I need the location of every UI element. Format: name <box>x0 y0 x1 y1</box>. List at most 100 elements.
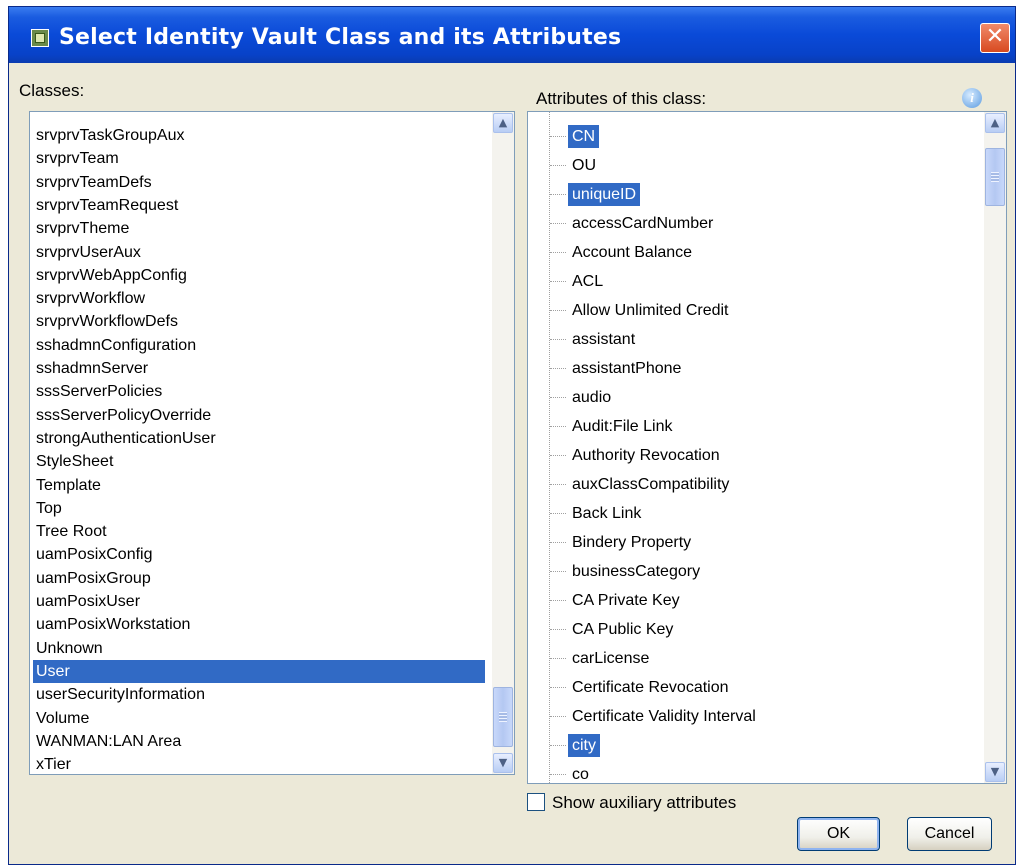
attribute-label: accessCardNumber <box>572 215 714 232</box>
attributes-scroll-up-button[interactable]: ▲ <box>985 113 1005 133</box>
info-icon[interactable]: i <box>962 88 982 108</box>
attribute-tree-item[interactable]: OU <box>528 151 968 180</box>
classes-scroll-thumb[interactable] <box>493 687 513 747</box>
class-list-item[interactable]: StyleSheet <box>33 450 116 473</box>
attribute-tree-item[interactable]: assistant <box>528 325 968 354</box>
attribute-label: uniqueID <box>568 183 641 206</box>
tree-connector <box>550 194 566 195</box>
classes-scroll-down-button[interactable]: ▼ <box>493 753 513 773</box>
show-auxiliary-label[interactable]: Show auxiliary attributes <box>552 793 736 813</box>
class-list-item[interactable]: srvprvTaskGroupAux <box>33 124 188 147</box>
attribute-label: auxClassCompatibility <box>572 476 730 493</box>
class-list-item[interactable]: sssServerPolicies <box>33 380 165 403</box>
class-list-item[interactable]: srvprvTeamDefs <box>33 171 155 194</box>
attribute-tree-item[interactable]: uniqueID <box>528 180 968 209</box>
classes-scroll-up-button[interactable]: ▲ <box>493 113 513 133</box>
class-list-item[interactable]: srvprvWorkflow <box>33 287 148 310</box>
attributes-scroll-thumb[interactable] <box>985 148 1005 206</box>
attribute-label: co <box>572 766 589 783</box>
class-list-item[interactable]: xTier <box>33 753 74 774</box>
class-list-item[interactable]: sshadmnServer <box>33 357 151 380</box>
class-list-item[interactable]: WANMAN:LAN Area <box>33 730 184 753</box>
tree-connector <box>550 252 566 253</box>
class-list-item[interactable]: srvprvTeamRequest <box>33 194 181 217</box>
attribute-label: Back Link <box>572 505 642 522</box>
attribute-tree-item[interactable]: CN <box>528 122 968 151</box>
tree-connector <box>550 310 566 311</box>
attribute-tree-item[interactable]: Certificate Revocation <box>528 673 968 702</box>
class-list-item[interactable]: srvprvTeam <box>33 147 122 170</box>
class-list-item[interactable]: strongAuthenticationUser <box>33 427 219 450</box>
tree-connector <box>550 658 566 659</box>
class-list-item[interactable]: sshadmnConfiguration <box>33 334 199 357</box>
attribute-tree-item[interactable]: Allow Unlimited Credit <box>528 296 968 325</box>
class-list-item[interactable]: User <box>33 659 485 683</box>
tree-connector <box>550 426 566 427</box>
show-auxiliary-checkbox[interactable] <box>527 793 545 811</box>
attribute-tree-item[interactable]: carLicense <box>528 644 968 673</box>
attribute-tree-item[interactable]: accessCardNumber <box>528 209 968 238</box>
attribute-label: Allow Unlimited Credit <box>572 302 729 319</box>
attributes-tree[interactable]: CN OU uniqueID accessCardNumber Account Bala… <box>527 111 1007 784</box>
class-list-item[interactable]: srvprvUserAux <box>33 241 144 264</box>
tree-connector <box>550 745 566 746</box>
close-button[interactable]: ✕ <box>980 23 1010 53</box>
class-list-item[interactable]: Volume <box>33 707 92 730</box>
class-list-item[interactable]: uamPosixConfig <box>33 543 156 566</box>
attribute-tree-item[interactable]: Account Balance <box>528 238 968 267</box>
attribute-tree-item[interactable]: CA Private Key <box>528 586 968 615</box>
classes-listbox[interactable]: srvprvTaskGroupAux srvprvTeam srvprvTeamDe… <box>29 111 515 775</box>
attribute-label: ACL <box>572 273 604 290</box>
class-list-item[interactable]: Tree Root <box>33 520 110 543</box>
class-list-item[interactable]: uamPosixUser <box>33 590 143 613</box>
attribute-label: Bindery Property <box>572 534 692 551</box>
attributes-scroll-down-button[interactable]: ▼ <box>985 762 1005 782</box>
tree-connector <box>550 774 566 775</box>
tree-connector <box>550 629 566 630</box>
attribute-tree-item[interactable]: Certificate Validity Interval <box>528 702 968 731</box>
classes-scrollbar[interactable]: ▲ ▼ <box>492 112 514 774</box>
tree-connector <box>550 455 566 456</box>
attribute-tree-item[interactable]: ACL <box>528 267 968 296</box>
class-list-item[interactable]: uamPosixWorkstation <box>33 613 193 636</box>
attribute-tree-item[interactable]: businessCategory <box>528 557 968 586</box>
dialog-window: Select Identity Vault Class and its Attr… <box>8 6 1016 865</box>
attribute-tree-item[interactable]: CA Public Key <box>528 615 968 644</box>
attribute-label: assistantPhone <box>572 360 682 377</box>
attribute-tree-item[interactable]: co <box>528 760 968 783</box>
attribute-tree-item[interactable]: assistantPhone <box>528 354 968 383</box>
title-bar[interactable]: Select Identity Vault Class and its Attr… <box>9 7 1015 63</box>
attribute-tree-item[interactable]: Audit:File Link <box>528 412 968 441</box>
class-list-item[interactable]: Top <box>33 497 65 520</box>
attribute-tree-item[interactable]: audio <box>528 383 968 412</box>
attribute-label: carLicense <box>572 650 650 667</box>
tree-connector <box>550 165 566 166</box>
attribute-label: businessCategory <box>572 563 701 580</box>
class-list-item[interactable]: srvprvTheme <box>33 217 132 240</box>
attributes-label: Attributes of this class: <box>536 89 707 108</box>
attribute-tree-item[interactable]: city <box>528 731 968 760</box>
ok-button[interactable]: OK <box>797 817 880 851</box>
attribute-tree-item[interactable]: auxClassCompatibility <box>528 470 968 499</box>
classes-label: Classes: <box>19 81 85 100</box>
attribute-label: CN <box>568 125 600 148</box>
tree-connector <box>550 571 566 572</box>
class-list-item[interactable]: Unknown <box>33 637 106 660</box>
tree-connector <box>550 136 566 137</box>
class-list-item[interactable]: Template <box>33 474 104 497</box>
attribute-tree-item[interactable]: Bindery Property <box>528 528 968 557</box>
class-list-item[interactable]: srvprvWorkflowDefs <box>33 310 181 333</box>
app-icon <box>31 29 49 47</box>
class-list-item[interactable]: sssServerPolicyOverride <box>33 404 214 427</box>
attribute-tree-item[interactable]: Back Link <box>528 499 968 528</box>
cancel-button[interactable]: Cancel <box>907 817 992 851</box>
attributes-scrollbar[interactable]: ▲ ▼ <box>984 112 1006 783</box>
class-list-item[interactable]: uamPosixGroup <box>33 567 154 590</box>
class-list-item[interactable]: srvprvWebAppConfig <box>33 264 190 287</box>
tree-connector <box>550 368 566 369</box>
tree-connector <box>550 281 566 282</box>
tree-connector <box>550 484 566 485</box>
attribute-tree-item[interactable]: Authority Revocation <box>528 441 968 470</box>
class-list-item[interactable]: userSecurityInformation <box>33 683 208 706</box>
tree-connector <box>550 397 566 398</box>
